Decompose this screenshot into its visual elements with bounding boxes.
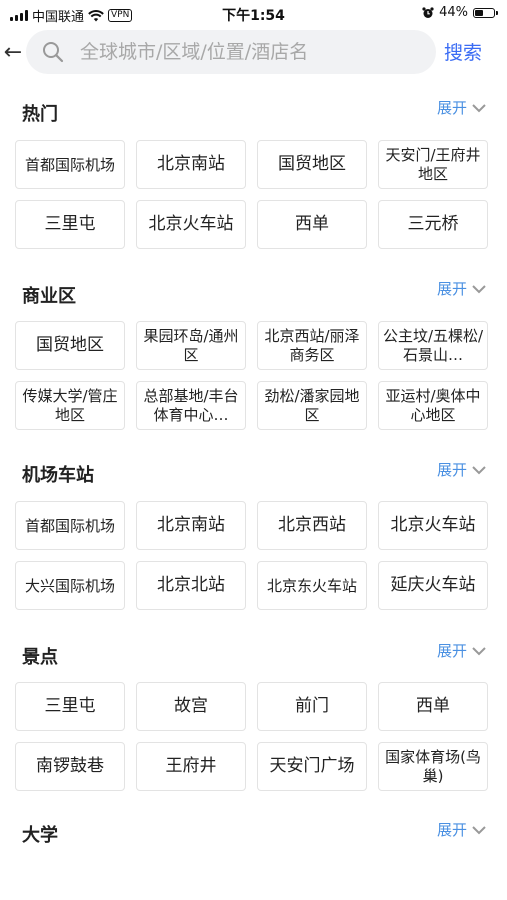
tag-item[interactable]: 北京西站/丽泽商务区	[257, 321, 367, 370]
tag-item[interactable]: 前门	[257, 682, 367, 731]
chevron-down-icon	[472, 646, 486, 655]
tag-item[interactable]: 总部基地/丰台体育中心…	[136, 381, 246, 430]
expand-toggle[interactable]: 展开	[437, 97, 487, 118]
expand-toggle[interactable]: 展开	[437, 819, 487, 840]
section-title: 商业区	[22, 286, 76, 307]
expand-label: 展开	[436, 821, 467, 839]
tag-item[interactable]: 国贸地区	[257, 140, 367, 189]
tag-item[interactable]: 首都国际机场	[15, 501, 125, 550]
tag-item[interactable]: 大兴国际机场	[15, 561, 125, 610]
tag-item[interactable]: 三里屯	[15, 200, 125, 249]
battery-percent: 44%	[439, 5, 468, 20]
chevron-down-icon	[472, 284, 486, 293]
tag-item[interactable]: 北京北站	[136, 561, 246, 610]
tag-item[interactable]: 国家体育场(鸟巢)	[378, 742, 488, 791]
search-bar[interactable]	[26, 30, 436, 74]
search-button[interactable]: 搜索	[444, 38, 482, 65]
tag-item[interactable]: 北京东火车站	[257, 561, 367, 610]
battery-area: 44%	[422, 5, 498, 20]
tag-item[interactable]: 北京南站	[136, 501, 246, 550]
tag-item[interactable]: 北京西站	[257, 501, 367, 550]
tag-item[interactable]: 国贸地区	[15, 321, 125, 370]
chevron-down-icon	[472, 103, 486, 112]
chevron-down-icon	[472, 825, 486, 834]
tag-item[interactable]: 公主坟/五棵松/石景山…	[378, 321, 488, 370]
tag-item[interactable]: 北京火车站	[378, 501, 488, 550]
tag-item[interactable]: 三里屯	[15, 682, 125, 731]
tag-item[interactable]: 三元桥	[378, 200, 488, 249]
expand-label: 展开	[436, 642, 467, 660]
tag-item[interactable]: 劲松/潘家园地区	[257, 381, 367, 430]
tag-item[interactable]: 果园环岛/通州区	[136, 321, 246, 370]
tag-item[interactable]: 天安门/王府井地区	[378, 140, 488, 189]
expand-toggle[interactable]: 展开	[437, 459, 487, 480]
tag-item[interactable]: 西单	[378, 682, 488, 731]
tag-item[interactable]: 延庆火车站	[378, 561, 488, 610]
section-title: 景点	[22, 647, 58, 668]
back-arrow-icon[interactable]: ←	[2, 36, 24, 70]
section-title: 大学	[22, 825, 58, 846]
tag-item[interactable]: 天安门广场	[257, 742, 367, 791]
search-icon	[43, 42, 64, 63]
tag-item[interactable]: 南锣鼓巷	[15, 742, 125, 791]
section-title: 机场车站	[22, 465, 94, 486]
expand-toggle[interactable]: 展开	[437, 278, 487, 299]
tag-item[interactable]: 亚运村/奥体中心地区	[378, 381, 488, 430]
chevron-down-icon	[472, 465, 486, 474]
expand-toggle[interactable]: 展开	[437, 640, 487, 661]
status-bar: 中国联通 VPN 下午1:54 44%	[0, 0, 507, 28]
search-input[interactable]	[78, 40, 412, 64]
expand-label: 展开	[436, 280, 467, 298]
battery-icon	[473, 7, 498, 18]
tag-item[interactable]: 首都国际机场	[15, 140, 125, 189]
expand-label: 展开	[436, 461, 467, 479]
alarm-icon	[422, 6, 434, 18]
tag-item[interactable]: 传媒大学/管庄地区	[15, 381, 125, 430]
tag-item[interactable]: 王府井	[136, 742, 246, 791]
tag-item[interactable]: 北京火车站	[136, 200, 246, 249]
section-title: 热门	[22, 104, 58, 125]
expand-label: 展开	[436, 99, 467, 117]
tag-item[interactable]: 故宫	[136, 682, 246, 731]
tag-item[interactable]: 西单	[257, 200, 367, 249]
tag-item[interactable]: 北京南站	[136, 140, 246, 189]
